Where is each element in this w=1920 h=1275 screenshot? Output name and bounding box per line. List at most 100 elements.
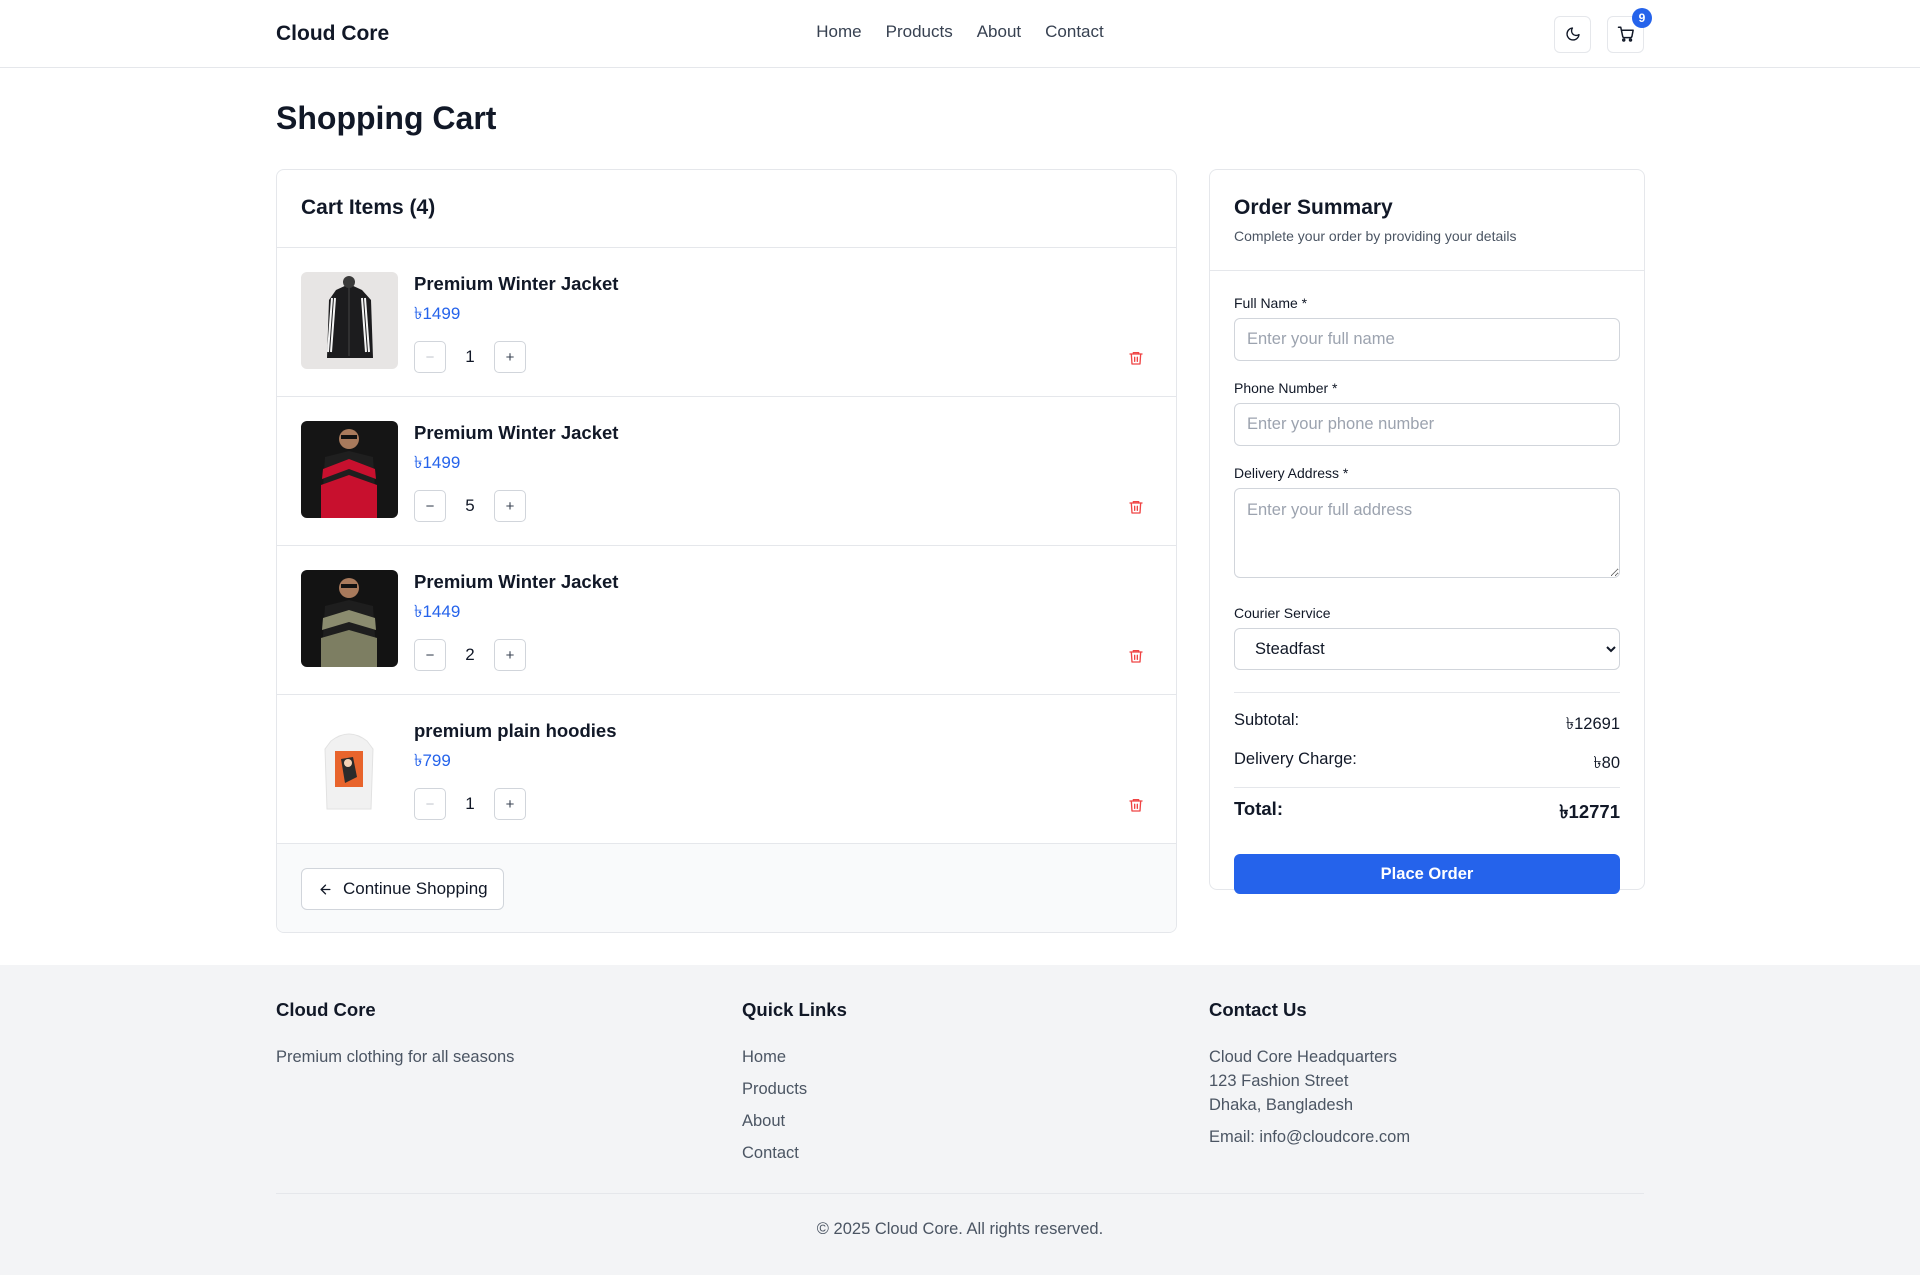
copyright-text: © 2025 Cloud Core. All rights reserved.: [816, 1220, 1104, 1238]
cart-icon: [1617, 26, 1634, 42]
footer-links-title: Quick Links: [742, 999, 847, 1020]
cart-item: premium plain hoodies ৳799 − 1 +: [277, 695, 1176, 844]
phone-input[interactable]: [1234, 403, 1620, 446]
cart-card: Cart Items (4) Premium Winter Jacket ৳14…: [276, 169, 1177, 933]
product-thumbnail[interactable]: [301, 570, 398, 667]
site-header: Cloud Core Home Products About Contact 9: [0, 0, 1920, 68]
continue-shopping-label: Continue Shopping: [343, 879, 488, 898]
quantity-value: 1: [465, 347, 475, 366]
phone-label: Phone Number *: [1234, 380, 1338, 396]
item-price: ৳799: [414, 751, 451, 770]
subtotal-value: ৳12691: [1565, 715, 1620, 733]
decrease-qty-button[interactable]: −: [414, 639, 446, 671]
header-actions: 9: [1554, 7, 1652, 53]
main-nav: Home Products About Contact: [816, 22, 1103, 42]
increase-qty-button[interactable]: +: [494, 788, 526, 820]
footer-address-line1: Cloud Core Headquarters: [1209, 1048, 1398, 1066]
full-name-input[interactable]: [1234, 318, 1620, 361]
summary-divider: [1234, 692, 1620, 693]
quantity-stepper: − 1 +: [414, 788, 526, 820]
brand-logo[interactable]: Cloud Core: [276, 22, 389, 46]
total-label: Total:: [1234, 798, 1283, 819]
footer-link-products[interactable]: Products: [742, 1077, 847, 1101]
decrease-qty-button[interactable]: −: [414, 788, 446, 820]
delivery-value: ৳80: [1593, 754, 1620, 772]
trash-icon[interactable]: [1128, 647, 1144, 665]
footer-tagline: Premium clothing for all seasons: [276, 1048, 515, 1066]
address-label: Delivery Address *: [1234, 465, 1349, 481]
increase-qty-button[interactable]: +: [494, 341, 526, 373]
trash-icon[interactable]: [1128, 498, 1144, 516]
continue-shopping-button[interactable]: Continue Shopping: [301, 868, 504, 910]
cart-footer: Continue Shopping: [277, 844, 1176, 932]
item-name[interactable]: premium plain hoodies: [414, 720, 617, 742]
product-thumbnail[interactable]: [301, 719, 398, 816]
item-name[interactable]: Premium Winter Jacket: [414, 571, 618, 593]
place-order-button[interactable]: Place Order: [1234, 854, 1620, 894]
footer-contact-title: Contact Us: [1209, 999, 1307, 1020]
order-summary-title: Order Summary: [1234, 196, 1393, 219]
order-form: Full Name * Phone Number * Delivery Addr…: [1210, 271, 1644, 894]
cart-item: Premium Winter Jacket ৳1499 − 1 +: [277, 248, 1176, 397]
item-price: ৳1499: [414, 304, 461, 323]
increase-qty-button[interactable]: +: [494, 639, 526, 671]
footer-link-contact[interactable]: Contact: [742, 1141, 847, 1165]
footer-contact-column: Contact Us Cloud Core Headquarters 123 F…: [1209, 999, 1410, 1149]
product-thumbnail[interactable]: [301, 421, 398, 518]
total-row: Total: ৳12771: [1234, 798, 1620, 829]
subtotal-row: Subtotal: ৳12691: [1234, 711, 1620, 738]
cart-item: Premium Winter Jacket ৳1449 − 2 +: [277, 546, 1176, 695]
courier-select[interactable]: Steadfast: [1234, 628, 1620, 670]
decrease-qty-button[interactable]: −: [414, 490, 446, 522]
moon-icon: [1565, 27, 1580, 41]
footer-links: Home Products About Contact: [742, 1045, 847, 1165]
quantity-value: 5: [465, 496, 475, 515]
footer-link-home[interactable]: Home: [742, 1045, 847, 1069]
site-footer: Cloud Core Premium clothing for all seas…: [0, 965, 1920, 1275]
footer-link-about[interactable]: About: [742, 1109, 847, 1133]
order-summary-card: Order Summary Complete your order by pro…: [1209, 169, 1645, 894]
quantity-stepper: − 2 +: [414, 639, 526, 671]
item-price: ৳1499: [414, 453, 461, 472]
full-name-label: Full Name *: [1234, 295, 1308, 311]
increase-qty-button[interactable]: +: [494, 490, 526, 522]
summary-divider: [1234, 787, 1620, 788]
quantity-value: 2: [465, 645, 475, 664]
trash-icon[interactable]: [1128, 349, 1144, 367]
item-name[interactable]: Premium Winter Jacket: [414, 273, 618, 295]
theme-toggle-button[interactable]: [1554, 15, 1591, 53]
footer-address-line2: 123 Fashion Street: [1209, 1072, 1349, 1090]
arrow-left-icon: [320, 884, 331, 894]
footer-links-column: Quick Links Home Products About Contact: [742, 999, 847, 1173]
total-value: ৳12771: [1559, 801, 1620, 822]
quantity-stepper: − 5 +: [414, 490, 526, 522]
page-title: Shopping Cart: [276, 100, 497, 136]
cart-button[interactable]: 9: [1607, 7, 1652, 53]
footer-brand-column: Cloud Core Premium clothing for all seas…: [276, 999, 514, 1069]
quantity-stepper: − 1 +: [414, 341, 526, 373]
nav-about[interactable]: About: [977, 22, 1021, 42]
delivery-row: Delivery Charge: ৳80: [1234, 750, 1620, 777]
subtotal-label: Subtotal:: [1234, 711, 1300, 729]
order-summary-header: Order Summary Complete your order by pro…: [1210, 170, 1644, 271]
courier-label: Courier Service: [1234, 605, 1331, 621]
item-name[interactable]: Premium Winter Jacket: [414, 422, 618, 444]
footer-brand-title: Cloud Core: [276, 999, 376, 1020]
cart-item: Premium Winter Jacket ৳1499 − 5 +: [277, 397, 1176, 546]
footer-email[interactable]: Email: info@cloudcore.com: [1209, 1125, 1410, 1149]
trash-icon[interactable]: [1128, 796, 1144, 814]
item-price: ৳1449: [414, 602, 461, 621]
quantity-value: 1: [465, 794, 475, 813]
cart-count-badge: 9: [1632, 7, 1652, 28]
nav-products[interactable]: Products: [886, 22, 953, 42]
decrease-qty-button[interactable]: −: [414, 341, 446, 373]
footer-divider: [276, 1193, 1644, 1194]
address-textarea[interactable]: [1234, 488, 1620, 578]
order-summary-subtitle: Complete your order by providing your de…: [1234, 228, 1517, 244]
cart-heading: Cart Items (4): [277, 170, 1176, 248]
product-thumbnail[interactable]: [301, 272, 398, 369]
nav-home[interactable]: Home: [816, 22, 861, 42]
nav-contact[interactable]: Contact: [1045, 22, 1104, 42]
footer-address-line3: Dhaka, Bangladesh: [1209, 1096, 1354, 1114]
delivery-label: Delivery Charge:: [1234, 750, 1357, 768]
